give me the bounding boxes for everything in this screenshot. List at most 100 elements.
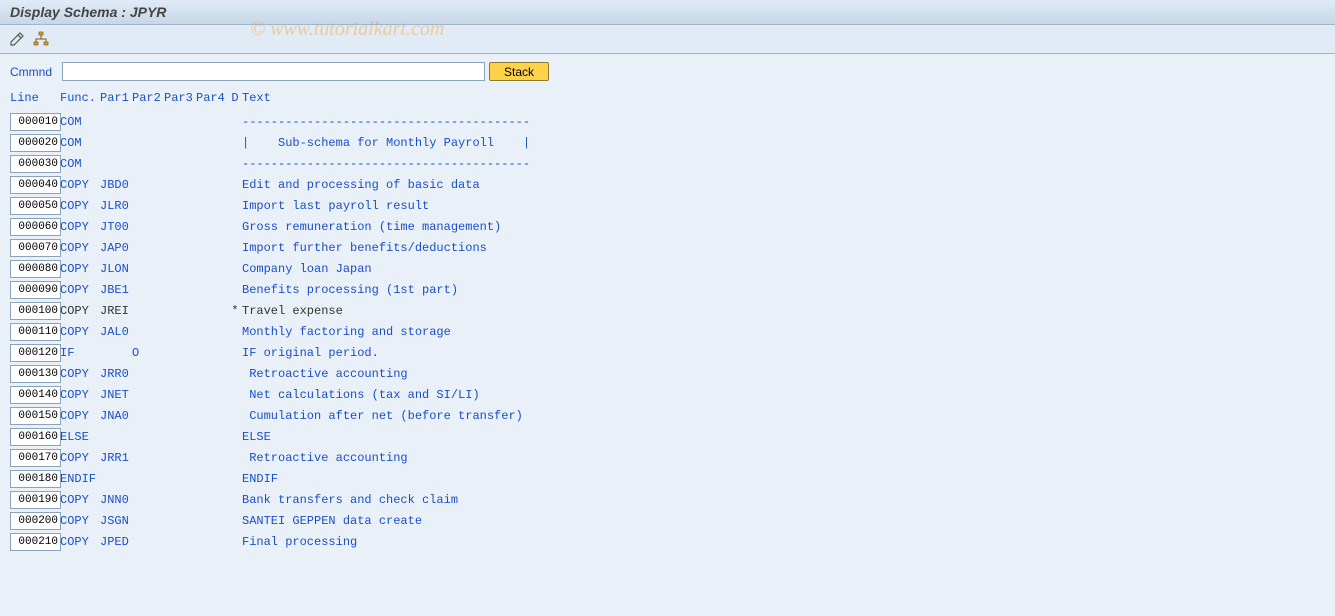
table-row: COPYJBD0Edit and processing of basic dat… xyxy=(10,174,1325,195)
cell-par1: JNN0 xyxy=(100,493,132,507)
cell-par1: JNET xyxy=(100,388,132,402)
command-input[interactable] xyxy=(62,62,485,81)
content-area: Cmmnd Stack Line Func. Par1 Par2 Par3 Pa… xyxy=(0,54,1335,560)
table-row: COPYJNET Net calculations (tax and SI/LI… xyxy=(10,384,1325,405)
table-row: COPYJBE1Benefits processing (1st part) xyxy=(10,279,1325,300)
cell-par2: O xyxy=(132,346,164,360)
line-number-input[interactable] xyxy=(10,365,61,383)
cell-func: COM xyxy=(60,157,100,171)
table-row: IFOIF original period. xyxy=(10,342,1325,363)
line-number-input[interactable] xyxy=(10,281,61,299)
line-number-input[interactable] xyxy=(10,260,61,278)
cell-text: Company loan Japan xyxy=(242,262,372,276)
cell-func: COPY xyxy=(60,199,100,213)
page-title: Display Schema : JPYR xyxy=(0,0,1335,25)
cell-text: Edit and processing of basic data xyxy=(242,178,480,192)
cell-text: Import last payroll result xyxy=(242,199,429,213)
hdr-par2: Par2 xyxy=(132,91,164,105)
cell-par1: JAP0 xyxy=(100,241,132,255)
cell-func: COM xyxy=(60,136,100,150)
line-number-input[interactable] xyxy=(10,533,61,551)
cell-text: ---------------------------------------- xyxy=(242,115,530,129)
cell-par1: JREI xyxy=(100,304,132,318)
table-row: COPYJNN0Bank transfers and check claim xyxy=(10,489,1325,510)
line-number-input[interactable] xyxy=(10,470,61,488)
cell-d: * xyxy=(228,304,242,318)
hdr-par1: Par1 xyxy=(100,91,132,105)
table-row: COPYJAL0Monthly factoring and storage xyxy=(10,321,1325,342)
table-row: COPYJLON Company loan Japan xyxy=(10,258,1325,279)
cell-par1: JRR0 xyxy=(100,367,132,381)
table-row: COM | Sub-schema for Monthly Payroll | xyxy=(10,132,1325,153)
line-number-input[interactable] xyxy=(10,302,61,320)
line-number-input[interactable] xyxy=(10,323,61,341)
line-number-input[interactable] xyxy=(10,386,61,404)
cell-text: Retroactive accounting xyxy=(242,367,408,381)
line-number-input[interactable] xyxy=(10,239,61,257)
cell-func: COPY xyxy=(60,493,100,507)
cell-par1: JRR1 xyxy=(100,451,132,465)
hdr-line: Line xyxy=(10,91,60,105)
hdr-text: Text xyxy=(242,91,271,105)
table-row: ELSEELSE xyxy=(10,426,1325,447)
cell-text: Import further benefits/deductions xyxy=(242,241,487,255)
table-row: COM-------------------------------------… xyxy=(10,111,1325,132)
hierarchy-icon[interactable] xyxy=(32,30,50,48)
cell-text: ENDIF xyxy=(242,472,278,486)
cell-text: Final processing xyxy=(242,535,357,549)
hdr-d: D xyxy=(228,91,242,105)
table-row: COM-------------------------------------… xyxy=(10,153,1325,174)
cell-text: Net calculations (tax and SI/LI) xyxy=(242,388,480,402)
stack-button[interactable]: Stack xyxy=(489,62,549,81)
line-number-input[interactable] xyxy=(10,113,61,131)
cell-func: COPY xyxy=(60,451,100,465)
hdr-func: Func. xyxy=(60,91,100,105)
cell-func: COPY xyxy=(60,283,100,297)
line-number-input[interactable] xyxy=(10,134,61,152)
cell-par1: JLR0 xyxy=(100,199,132,213)
cell-text: IF original period. xyxy=(242,346,379,360)
line-number-input[interactable] xyxy=(10,197,61,215)
cell-par1: JPED xyxy=(100,535,132,549)
cell-func: ENDIF xyxy=(60,472,100,486)
cell-func: COPY xyxy=(60,241,100,255)
table-row: COPYJSGNSANTEI GEPPEN data create xyxy=(10,510,1325,531)
toolbar xyxy=(0,25,1335,54)
line-number-input[interactable] xyxy=(10,428,61,446)
table-row: COPYJNA0 Cumulation after net (before tr… xyxy=(10,405,1325,426)
line-number-input[interactable] xyxy=(10,344,61,362)
line-number-input[interactable] xyxy=(10,176,61,194)
cell-func: COPY xyxy=(60,514,100,528)
table-row: COPYJLR0 Import last payroll result xyxy=(10,195,1325,216)
edit-icon[interactable] xyxy=(8,30,26,48)
line-number-input[interactable] xyxy=(10,155,61,173)
cell-text: | Sub-schema for Monthly Payroll | xyxy=(242,136,530,150)
cell-par1: JT00 xyxy=(100,220,132,234)
cell-func: COPY xyxy=(60,388,100,402)
table-row: COPYJREI *Travel expense xyxy=(10,300,1325,321)
cell-func: COPY xyxy=(60,262,100,276)
table-row: ENDIF ENDIF xyxy=(10,468,1325,489)
cell-func: COPY xyxy=(60,304,100,318)
cell-text: Monthly factoring and storage xyxy=(242,325,451,339)
line-number-input[interactable] xyxy=(10,512,61,530)
cell-text: Travel expense xyxy=(242,304,343,318)
cell-text: Retroactive accounting xyxy=(242,451,408,465)
cell-par1: JBE1 xyxy=(100,283,132,297)
line-number-input[interactable] xyxy=(10,218,61,236)
cell-func: COPY xyxy=(60,535,100,549)
cell-text: ELSE xyxy=(242,430,271,444)
cell-par1: JNA0 xyxy=(100,409,132,423)
command-label: Cmmnd xyxy=(10,65,58,79)
schema-grid: Line Func. Par1 Par2 Par3 Par4 D Text CO… xyxy=(10,87,1325,552)
cell-func: COPY xyxy=(60,367,100,381)
cell-par1: JBD0 xyxy=(100,178,132,192)
cell-par1: JAL0 xyxy=(100,325,132,339)
line-number-input[interactable] xyxy=(10,449,61,467)
cell-par1: JLON xyxy=(100,262,132,276)
cell-func: COPY xyxy=(60,220,100,234)
cell-text: Gross remuneration (time management) xyxy=(242,220,501,234)
line-number-input[interactable] xyxy=(10,407,61,425)
line-number-input[interactable] xyxy=(10,491,61,509)
cell-text: Cumulation after net (before transfer) xyxy=(242,409,523,423)
